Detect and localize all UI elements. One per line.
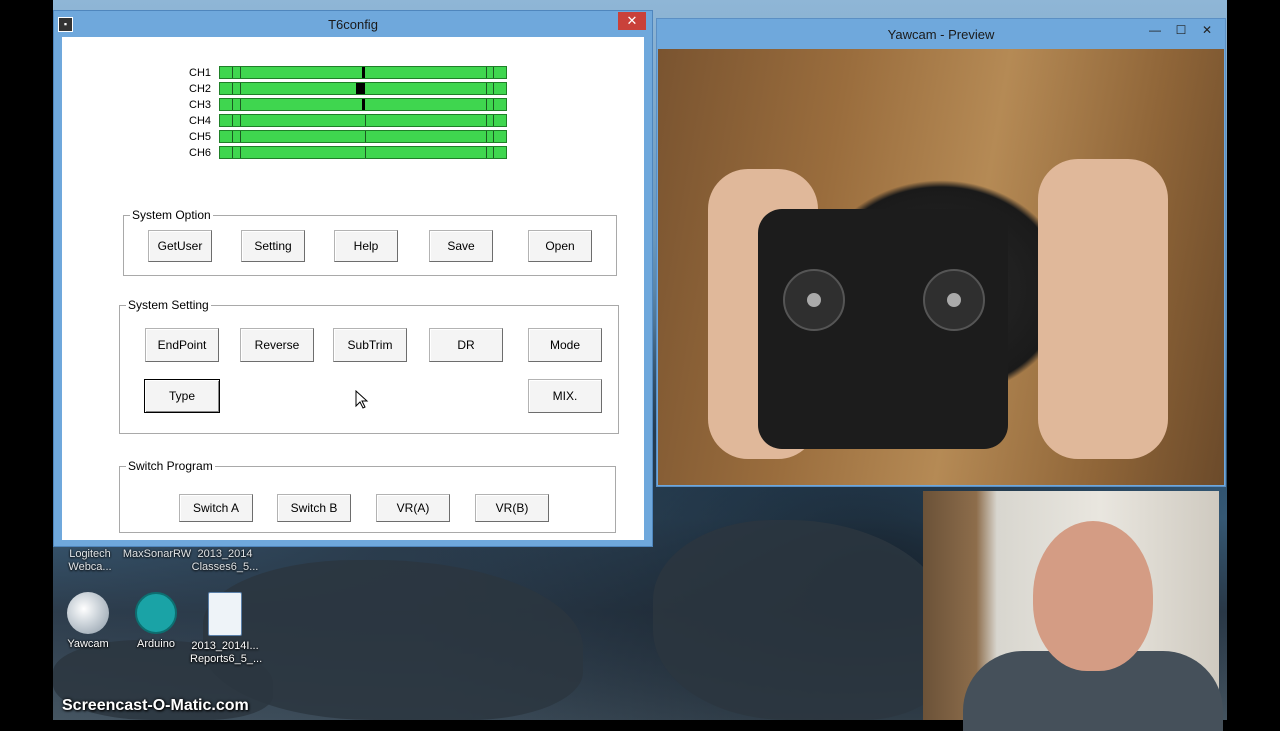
switch-a-button[interactable]: Switch A xyxy=(179,494,253,522)
open-button[interactable]: Open xyxy=(528,230,592,262)
close-icon[interactable]: ✕ xyxy=(618,12,646,30)
channel-label: CH4 xyxy=(189,115,212,127)
document-icon xyxy=(208,592,242,636)
bar-tick xyxy=(493,131,494,142)
bar-tick xyxy=(493,67,494,78)
bar-tick xyxy=(232,83,233,94)
bar-tick xyxy=(486,83,487,94)
rock-shape xyxy=(653,520,953,720)
mouse-cursor-icon xyxy=(355,390,369,409)
bar-tick xyxy=(232,131,233,142)
bar-tick xyxy=(240,147,241,158)
desktop-icon-label: Logitech Webca... xyxy=(68,548,112,573)
channel-bar xyxy=(219,82,507,95)
bar-tick xyxy=(232,115,233,126)
channel-label: CH1 xyxy=(189,67,212,79)
help-button[interactable]: Help xyxy=(334,230,398,262)
reverse-button[interactable]: Reverse xyxy=(240,328,314,362)
person-face xyxy=(1033,521,1153,671)
bar-tick xyxy=(240,131,241,142)
t6config-window[interactable]: ▪ T6config ✕ CH1 CH2 CH3 CH4 CH5 CH6 Sys… xyxy=(53,10,653,547)
bar-tick xyxy=(486,131,487,142)
desktop-icon-yawcam[interactable]: Yawcam xyxy=(53,592,123,651)
bar-tick xyxy=(493,99,494,110)
window-title: T6config xyxy=(328,17,378,32)
bar-tick xyxy=(232,147,233,158)
save-button[interactable]: Save xyxy=(429,230,493,262)
desktop-icon-arduino[interactable]: Arduino xyxy=(121,592,191,651)
webcam-overlay xyxy=(923,491,1223,731)
bar-tick xyxy=(240,67,241,78)
vra-button[interactable]: VR(A) xyxy=(376,494,450,522)
bar-tick xyxy=(493,115,494,126)
desktop-icon-maxsonar[interactable]: MaxSonarRW xyxy=(122,548,192,561)
desktop-icon-reports[interactable]: 2013_2014I... Reports6_5_... xyxy=(190,592,263,666)
vrb-button[interactable]: VR(B) xyxy=(475,494,549,522)
channel-position xyxy=(365,147,366,158)
minimize-icon[interactable]: — xyxy=(1145,23,1165,37)
bar-tick xyxy=(240,99,241,110)
camera-preview xyxy=(658,49,1224,485)
window-title: Yawcam - Preview xyxy=(887,27,995,42)
bar-tick xyxy=(493,147,494,158)
desktop-icon-classes[interactable]: 2013_2014 Classes6_5... xyxy=(190,548,260,574)
desktop-icon-logitech[interactable]: Logitech Webca... xyxy=(55,548,125,574)
group-legend: Switch Program xyxy=(128,459,213,473)
channel-position xyxy=(362,67,365,78)
bar-tick xyxy=(240,115,241,126)
channel-bar xyxy=(219,130,507,143)
right-stick xyxy=(923,269,985,331)
channel-bar xyxy=(219,98,507,111)
left-stick xyxy=(783,269,845,331)
getuser-button[interactable]: GetUser xyxy=(148,230,212,262)
screencast-watermark: Screencast-O-Matic.com xyxy=(62,697,249,714)
right-hand xyxy=(1038,159,1168,459)
channel-bar xyxy=(219,114,507,127)
bar-tick xyxy=(486,115,487,126)
channel-bar xyxy=(219,66,507,79)
bar-tick xyxy=(486,99,487,110)
channel-position xyxy=(362,99,365,110)
bar-tick xyxy=(486,147,487,158)
group-legend: System Option xyxy=(132,208,211,222)
type-button[interactable]: Type xyxy=(144,379,220,413)
switch-b-button[interactable]: Switch B xyxy=(277,494,351,522)
channel-label: CH3 xyxy=(189,99,212,111)
system-setting-group: System Setting xyxy=(119,298,619,434)
bar-tick xyxy=(240,83,241,94)
arduino-icon xyxy=(135,592,177,634)
group-legend: System Setting xyxy=(128,298,209,312)
setting-button[interactable]: Setting xyxy=(241,230,305,262)
channel-label: CH2 xyxy=(189,83,212,95)
dr-button[interactable]: DR xyxy=(429,328,503,362)
webcam-icon xyxy=(67,592,109,634)
desktop-icon-label: 2013_2014 Classes6_5... xyxy=(191,548,259,573)
channel-position xyxy=(365,115,366,126)
bar-tick xyxy=(493,83,494,94)
t6config-titlebar[interactable]: ▪ T6config ✕ xyxy=(54,11,652,37)
bar-tick xyxy=(486,67,487,78)
bar-tick xyxy=(232,67,233,78)
subtrim-button[interactable]: SubTrim xyxy=(333,328,407,362)
mix-button[interactable]: MIX. xyxy=(528,379,602,413)
bar-tick xyxy=(232,99,233,110)
channel-label: CH6 xyxy=(189,147,212,159)
rc-transmitter xyxy=(758,209,1008,449)
desktop-icon-label: Yawcam xyxy=(67,638,109,650)
yawcam-preview-window[interactable]: Yawcam - Preview — ☐ ✕ xyxy=(656,18,1226,487)
desktop-icon-label: 2013_2014I... Reports6_5_... xyxy=(190,640,263,665)
t6config-client: CH1 CH2 CH3 CH4 CH5 CH6 System Option Ge… xyxy=(62,37,644,540)
close-icon[interactable]: ✕ xyxy=(1197,23,1217,37)
channel-position xyxy=(365,131,366,142)
channel-label: CH5 xyxy=(189,131,212,143)
mode-button[interactable]: Mode xyxy=(528,328,602,362)
maximize-icon[interactable]: ☐ xyxy=(1171,23,1191,37)
desktop-icon-label: Arduino xyxy=(137,638,175,650)
channel-position xyxy=(356,83,365,94)
endpoint-button[interactable]: EndPoint xyxy=(145,328,219,362)
desktop-icon-label: MaxSonarRW xyxy=(122,548,192,560)
channel-bar xyxy=(219,146,507,159)
